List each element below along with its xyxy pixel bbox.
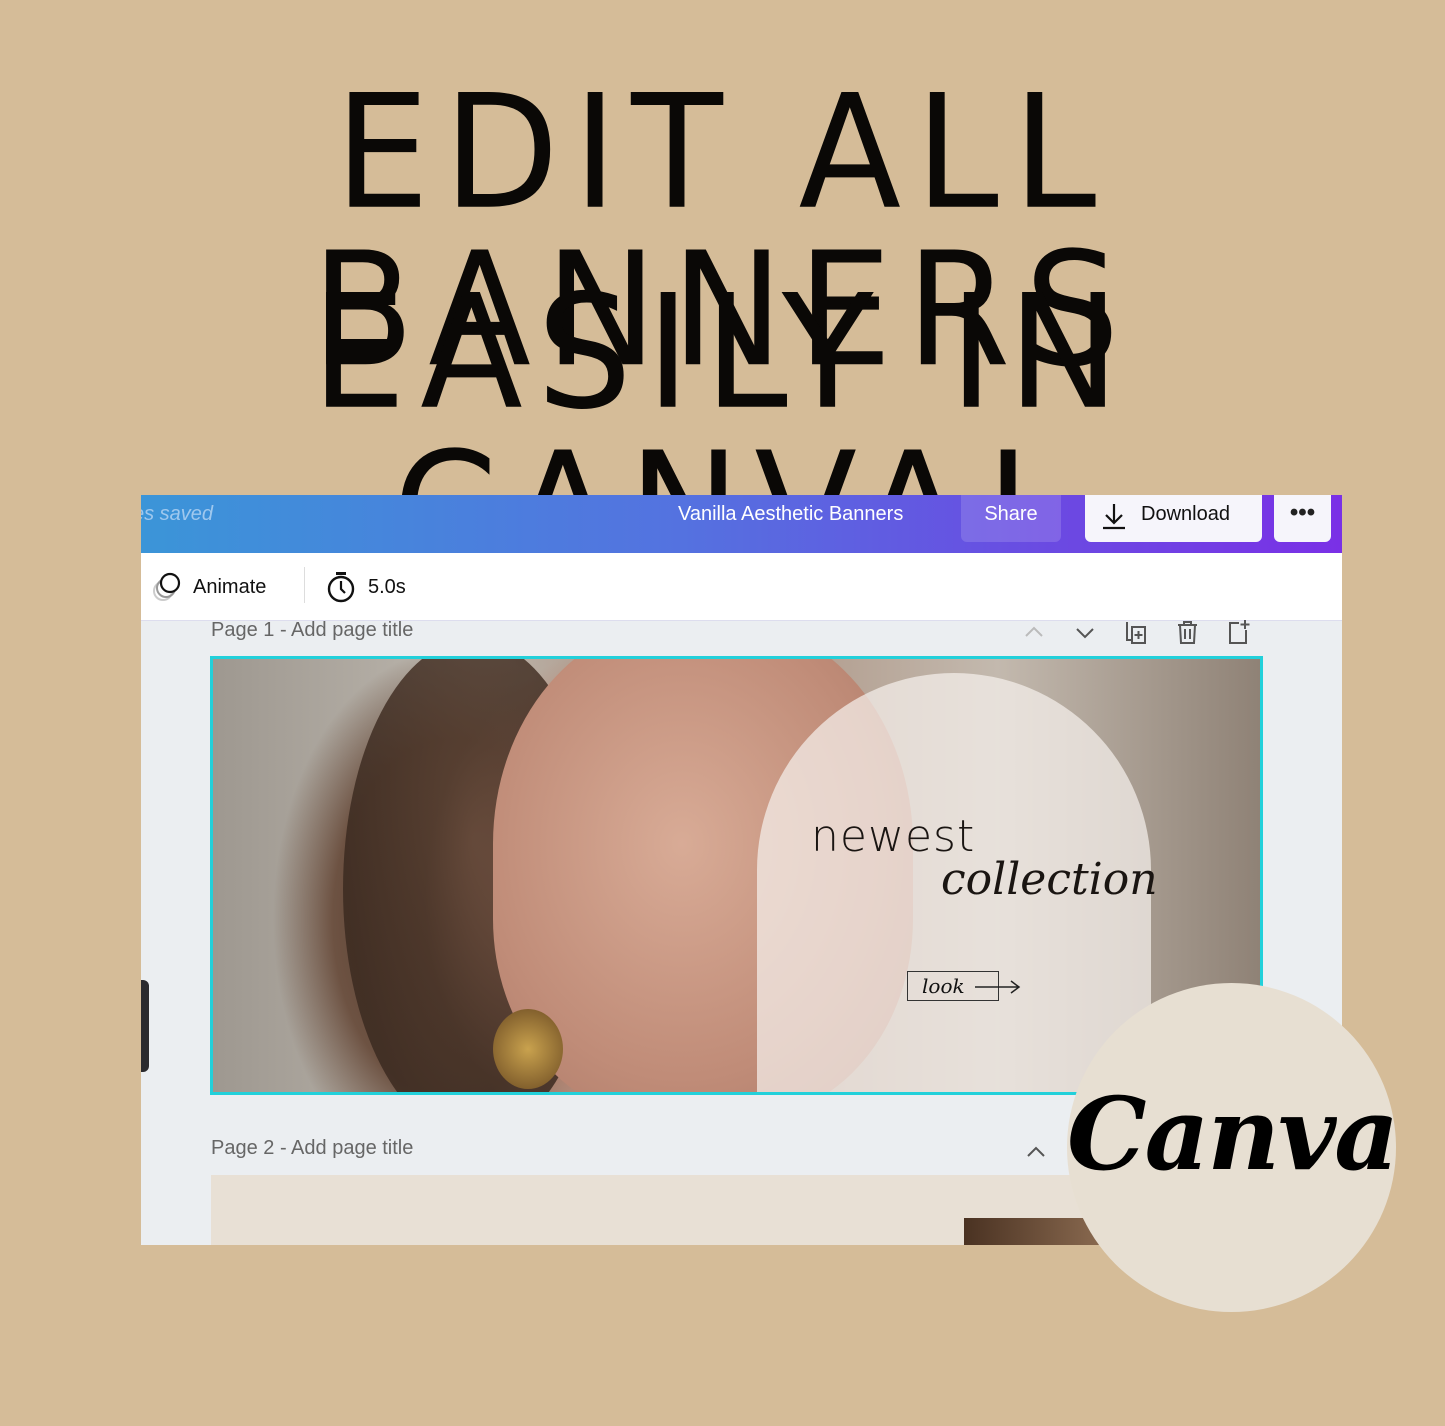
banner-heading-collection[interactable]: collection: [941, 854, 1158, 905]
chevron-down-icon[interactable]: [1072, 619, 1099, 646]
animate-button[interactable]: Animate: [153, 571, 266, 603]
duration-button[interactable]: 5.0s: [326, 571, 406, 603]
download-label: Download: [1141, 503, 1230, 525]
design-title[interactable]: Vanilla Aesthetic Banners: [678, 503, 903, 526]
toolbar: Animate 5.0s: [141, 553, 1342, 621]
more-options-button[interactable]: •••: [1274, 495, 1331, 542]
top-bar: es saved Vanilla Aesthetic Banners Share…: [141, 495, 1342, 553]
photo-earring: [493, 1009, 563, 1089]
page-2-photo: [964, 1218, 1104, 1245]
download-button[interactable]: Download: [1085, 495, 1262, 542]
page-actions: [1021, 619, 1252, 646]
animate-label: Animate: [193, 576, 267, 598]
canva-badge: Canva: [1067, 983, 1399, 1312]
download-icon: [1103, 504, 1125, 530]
divider: [304, 567, 305, 603]
duplicate-page-icon[interactable]: [1123, 619, 1150, 646]
chevron-up-icon[interactable]: [1021, 619, 1048, 646]
delete-page-icon[interactable]: [1174, 619, 1201, 646]
save-status: es saved: [141, 503, 214, 525]
side-panel-handle[interactable]: [141, 980, 149, 1072]
animate-icon: [153, 572, 181, 601]
stopwatch-icon: [327, 572, 355, 603]
duration-label: 5.0s: [368, 576, 406, 598]
page-1-title[interactable]: Page 1 - Add page title: [211, 619, 413, 642]
share-button[interactable]: Share: [961, 495, 1061, 542]
page-2-title[interactable]: Page 2 - Add page title: [211, 1137, 413, 1160]
banner-page-1[interactable]: newest collection look: [210, 656, 1263, 1095]
arrow-right-icon: [975, 980, 1021, 994]
chevron-up-icon[interactable]: [1023, 1139, 1050, 1166]
add-page-icon[interactable]: [1225, 619, 1252, 646]
canva-logo: Canva: [1067, 1075, 1399, 1193]
